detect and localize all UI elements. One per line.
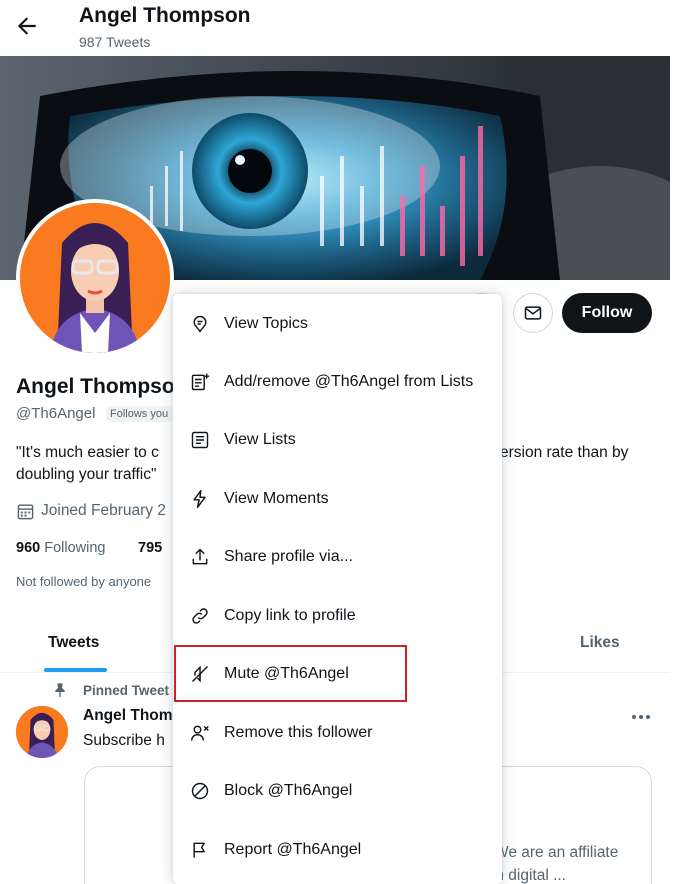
menu-item-view-moments[interactable]: View Moments <box>173 470 502 528</box>
following-count: 960 <box>16 540 41 556</box>
tab-likes[interactable]: Likes <box>580 634 620 652</box>
block-icon <box>190 781 210 801</box>
profile-avatar[interactable] <box>16 199 174 357</box>
menu-item-view-lists[interactable]: View Lists <box>173 411 502 469</box>
header-name: Angel Thompson <box>79 4 251 27</box>
mail-icon <box>523 303 543 323</box>
list-add-icon <box>190 372 210 392</box>
menu-item-block[interactable]: Block @Th6Angel <box>173 762 502 820</box>
menu-item-share-profile[interactable]: Share profile via... <box>173 528 502 586</box>
bio-text-start: "It's much easier to c <box>16 444 159 461</box>
bio-text-line2: doubling your traffic" <box>16 466 157 483</box>
menu-item-remove-follower[interactable]: Remove this follower <box>173 704 502 762</box>
menu-item-view-topics[interactable]: View Topics <box>173 295 502 353</box>
profile-header: Angel Thompson 987 Tweets <box>0 0 670 56</box>
menu-item-label: Add/remove @Th6Angel from Lists <box>224 373 474 390</box>
moments-icon <box>190 489 210 509</box>
link-icon <box>190 606 210 626</box>
menu-item-label: View Lists <box>224 431 296 448</box>
follow-button[interactable]: Follow <box>562 293 652 333</box>
menu-item-report[interactable]: Report @Th6Angel <box>173 821 502 879</box>
back-arrow-icon[interactable] <box>14 13 40 39</box>
tweet-text: Subscribe h <box>83 732 165 749</box>
menu-item-label: Remove this follower <box>224 724 373 741</box>
pinned-tweet-label: Pinned Tweet <box>83 683 170 698</box>
followers-count: 795 <box>138 540 163 556</box>
following-label: Following <box>44 540 106 556</box>
bio-text-end: ersion rate than by <box>500 444 629 461</box>
tab-tweets[interactable]: Tweets <box>48 634 99 652</box>
lists-icon <box>190 430 210 450</box>
share-icon <box>190 547 210 567</box>
follows-you-badge: Follows you <box>106 406 173 422</box>
menu-item-label: Report @Th6Angel <box>224 841 362 858</box>
card-description-line1: We are an affiliate <box>494 844 619 861</box>
pin-icon <box>52 682 68 698</box>
menu-item-label: View Moments <box>224 490 329 507</box>
remove-follower-icon <box>190 723 210 743</box>
followers-link[interactable]: 795 <box>138 540 162 556</box>
profile-name: Angel Thompso <box>16 375 175 398</box>
more-dots-icon[interactable] <box>630 708 652 726</box>
tweet-author-name[interactable]: Angel Thom <box>83 707 173 725</box>
menu-item-label: Block @Th6Angel <box>224 782 353 799</box>
menu-item-label: Copy link to profile <box>224 607 356 624</box>
joined-date: Joined February 2 <box>41 502 166 519</box>
header-tweet-count: 987 Tweets <box>79 34 151 50</box>
menu-item-label: Share profile via... <box>224 548 353 565</box>
profile-more-menu: View Topics Add/remove @Th6Angel from Li… <box>173 294 502 884</box>
mute-highlight-box <box>174 645 407 702</box>
menu-item-label: View Topics <box>224 315 308 332</box>
message-button[interactable] <box>513 293 553 333</box>
calendar-icon <box>16 502 35 521</box>
report-flag-icon <box>190 840 210 860</box>
tweet-avatar[interactable] <box>16 706 68 758</box>
not-followed-text: Not followed by anyone <box>16 574 152 589</box>
following-link[interactable]: 960 Following <box>16 540 105 556</box>
topics-icon <box>190 314 210 334</box>
profile-handle: @Th6Angel <box>16 405 96 422</box>
menu-item-add-remove-lists[interactable]: Add/remove @Th6Angel from Lists <box>173 353 502 411</box>
menu-item-copy-link[interactable]: Copy link to profile <box>173 587 502 645</box>
